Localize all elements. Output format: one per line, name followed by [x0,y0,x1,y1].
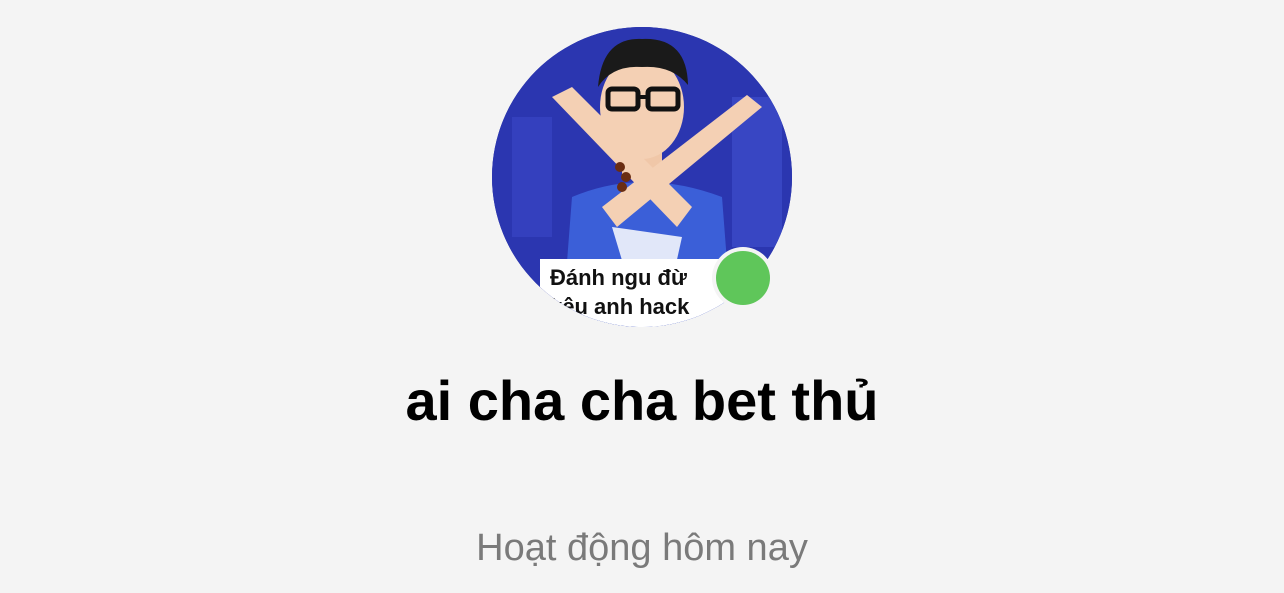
online-dot-icon [716,251,770,305]
profile-screen: Đánh ngu đừ kêu anh hack ai cha cha bet … [0,0,1284,593]
avatar-caption-line2: kêu anh hack [550,294,690,319]
activity-status: Hoạt động hôm nay [476,527,808,569]
avatar-caption-line1: Đánh ngu đừ [550,265,687,290]
avatar-caption: Đánh ngu đừ kêu anh hack [540,259,730,327]
avatar-container[interactable]: Đánh ngu đừ kêu anh hack [492,27,792,327]
online-indicator [712,247,774,309]
profile-name: ai cha cha bet thủ [405,369,879,432]
